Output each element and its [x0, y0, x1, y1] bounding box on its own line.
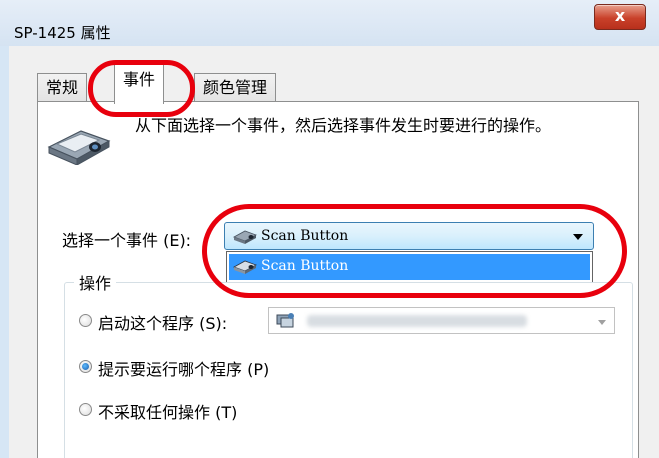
- close-button[interactable]: x: [594, 4, 646, 30]
- event-option-label: Scan Button: [261, 258, 349, 274]
- tab-color-management[interactable]: 颜色管理: [194, 73, 277, 102]
- chevron-down-icon[interactable]: [598, 320, 606, 325]
- event-select-value: Scan Button: [261, 228, 349, 244]
- prompt-program-label[interactable]: 提示要运行哪个程序 (P): [98, 356, 269, 380]
- program-name-redacted: [307, 315, 527, 327]
- event-description: 从下面选择一个事件，然后选择事件发生时要进行的操作。: [135, 116, 552, 135]
- program-icon: [275, 312, 297, 334]
- title-bar: SP-1425 属性 x: [0, 0, 659, 46]
- event-option[interactable]: Scan Button: [229, 254, 590, 280]
- program-select[interactable]: [268, 307, 615, 334]
- properties-window: SP-1425 属性 x 常规 事件 颜色管理 从下面选择一个事件，然后选择事件…: [0, 0, 659, 458]
- scanner-icon: [233, 229, 257, 248]
- launch-program-label[interactable]: 启动这个程序 (S):: [98, 310, 227, 334]
- chevron-down-icon[interactable]: [573, 234, 583, 240]
- actions-group-title: 操作: [74, 270, 117, 294]
- close-icon: x: [614, 6, 626, 25]
- prompt-program-radio[interactable]: [79, 360, 92, 373]
- tab-general[interactable]: 常规: [37, 73, 88, 102]
- scanner-icon: [47, 125, 113, 169]
- no-action-radio[interactable]: [79, 403, 92, 416]
- window-title: SP-1425 属性: [14, 24, 111, 42]
- tab-events[interactable]: 事件: [114, 64, 165, 104]
- launch-program-radio[interactable]: [79, 314, 92, 327]
- event-select[interactable]: Scan Button: [224, 222, 594, 250]
- event-dropdown-list: Scan Button: [226, 251, 593, 283]
- event-select-label: 选择一个事件 (E):: [62, 231, 192, 250]
- no-action-label[interactable]: 不采取任何操作 (T): [98, 399, 237, 423]
- scanner-icon: [233, 259, 257, 278]
